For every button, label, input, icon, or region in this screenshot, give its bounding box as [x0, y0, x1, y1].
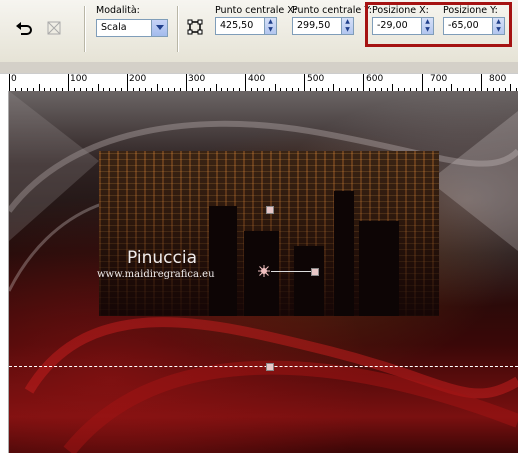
- ruler-tick: [186, 74, 187, 92]
- ruler-tick: [127, 74, 128, 92]
- vertical-ruler: [0, 91, 9, 453]
- center-y-value: 299,50: [297, 20, 331, 31]
- center-y-field[interactable]: 299,50 ▲ ▼: [292, 17, 354, 35]
- undo-icon: [16, 22, 32, 35]
- skyline-building: [334, 191, 354, 316]
- center-x-stepper[interactable]: ▲ ▼: [264, 18, 276, 34]
- center-x-label: Punto centrale X:: [215, 5, 297, 16]
- skyline-building: [209, 206, 237, 316]
- chevron-down-icon[interactable]: [151, 20, 167, 36]
- position-x-field[interactable]: -29,00 ▲ ▼: [372, 17, 434, 35]
- mode-value: Scala: [101, 22, 127, 33]
- document-window-titlebar: [0, 62, 518, 134]
- rotation-arm: [271, 271, 313, 272]
- position-x-label: Posizione X:: [372, 5, 429, 16]
- skyline-building: [294, 246, 324, 316]
- ruler-label: 400: [248, 74, 266, 84]
- position-y-value: -65,00: [448, 20, 479, 31]
- bottom-handle[interactable]: [266, 363, 274, 371]
- ruler-tick: [68, 74, 69, 92]
- position-y-stepper[interactable]: ▲ ▼: [492, 18, 504, 34]
- position-x-stepper[interactable]: ▲ ▼: [421, 18, 433, 34]
- toolbar-separator: [177, 6, 179, 52]
- rotation-handle[interactable]: [311, 268, 319, 276]
- center-y-label: Punto centrale Y:: [292, 5, 372, 16]
- image-canvas[interactable]: Pinuccia www.maidiregrafica.eu: [9, 91, 518, 453]
- mode-label: Modalità:: [96, 5, 140, 16]
- position-y-label: Posizione Y:: [443, 5, 498, 16]
- position-x-value: -29,00: [377, 20, 408, 31]
- ruler-label: 800: [489, 74, 507, 84]
- center-x-value: 425,50: [220, 20, 254, 31]
- city-skyline-image: [99, 151, 439, 316]
- selection-boundary: [9, 366, 518, 367]
- ruler-tick: [9, 74, 10, 92]
- undo-button[interactable]: [14, 18, 34, 38]
- toolbar-separator: [84, 6, 86, 52]
- watermark-title: Pinuccia: [127, 248, 197, 268]
- ruler-tick: [304, 74, 305, 92]
- ruler-tick: [481, 74, 482, 92]
- ruler-label: 500: [307, 74, 325, 84]
- reset-button[interactable]: [44, 18, 64, 38]
- position-y-field[interactable]: -65,00 ▲ ▼: [443, 17, 505, 35]
- mode-select[interactable]: Scala: [96, 19, 168, 37]
- ruler-tick: [363, 74, 364, 92]
- ruler-tick: [422, 74, 423, 92]
- reset-shape-icon: [47, 21, 61, 35]
- ruler-label: 100: [70, 74, 88, 84]
- rotation-pivot-icon[interactable]: [258, 265, 270, 277]
- skyline-building: [359, 221, 399, 316]
- ruler-label: 0: [11, 74, 17, 84]
- center-y-stepper[interactable]: ▲ ▼: [341, 18, 353, 34]
- watermark-url: www.maidiregrafica.eu: [97, 269, 215, 280]
- ruler-label: 700: [430, 74, 448, 84]
- toolbar: Modalità: Scala Punto centrale X: 425,50…: [0, 0, 518, 62]
- ruler-label: 300: [188, 74, 206, 84]
- ruler-label: 200: [129, 74, 147, 84]
- horizontal-ruler: 0 100 200 300 400 500 600 700 800: [0, 73, 518, 93]
- top-handle[interactable]: [266, 206, 274, 214]
- ruler-tick: [245, 74, 246, 92]
- deform-icon: [187, 19, 203, 35]
- center-x-field[interactable]: 425,50 ▲ ▼: [215, 17, 277, 35]
- deform-mode-button[interactable]: [186, 18, 204, 36]
- ruler-label: 600: [366, 74, 384, 84]
